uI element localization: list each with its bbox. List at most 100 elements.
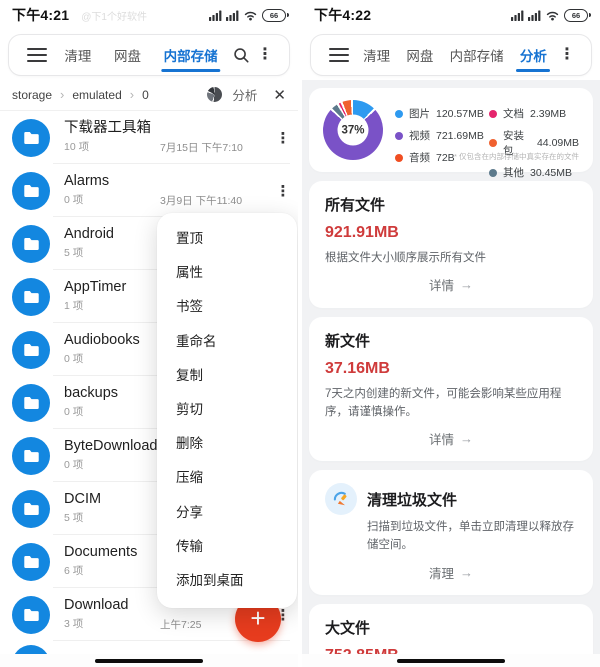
legend-value: 72B: [436, 152, 455, 164]
storage-chart-card: 37% 图片120.57MB视频721.69MB音频72B 文档2.39MB安装…: [309, 88, 593, 172]
card-所有文件[interactable]: 所有文件921.91MB根据文件大小顺序展示所有文件详情→: [309, 181, 593, 308]
tab-分析[interactable]: 分析: [520, 35, 547, 75]
file-count: 5 项: [64, 510, 101, 525]
file-name: Android: [64, 227, 114, 243]
file-name: 下载器工具箱: [64, 121, 151, 137]
home-indicator[interactable]: [397, 659, 505, 663]
battery-level: 66: [270, 11, 278, 20]
menu-item-书签[interactable]: 书签: [157, 290, 297, 324]
file-row[interactable]: Alarms0 项3月9日 下午11:40⋮: [0, 164, 298, 217]
menu-item-置顶[interactable]: 置顶: [157, 222, 297, 256]
card-action-清理[interactable]: 清理 →: [325, 557, 577, 587]
left-header-tab-bar: 清理网盘内部存储 ⋮: [8, 34, 290, 76]
menu-hamburger-icon[interactable]: [329, 48, 349, 62]
legend-label: 图片: [409, 106, 430, 121]
file-name: ByteDownload: [64, 439, 158, 455]
menu-item-剪切[interactable]: 剪切: [157, 393, 297, 427]
file-name: Download: [64, 598, 129, 614]
search-icon[interactable]: [229, 43, 253, 67]
close-icon[interactable]: ✕: [273, 86, 286, 104]
tab-内部存储[interactable]: 内部存储: [164, 35, 218, 75]
wifi-icon: [545, 10, 560, 21]
file-date: 7月15日 下午7:10: [160, 140, 243, 155]
right-phone-screen: 下午4:22 66 清理网盘内部存储分析 ⋮ 37% 图片120.57MB视频7…: [302, 0, 600, 667]
cellular-signal-icon: [511, 10, 524, 21]
legend-value: 2.39MB: [530, 108, 566, 120]
watermark-text: @下1个好软件: [81, 8, 147, 23]
file-name: Documents: [64, 545, 137, 561]
tab-清理[interactable]: 清理: [363, 35, 390, 75]
menu-item-复制[interactable]: 复制: [157, 359, 297, 393]
overflow-menu-icon[interactable]: ⋮: [253, 43, 277, 67]
card-title: 所有文件: [325, 194, 385, 215]
card-description: 根据文件大小顺序展示所有文件: [325, 250, 577, 268]
folder-icon: [12, 437, 50, 475]
file-date: 3月9日 下午11:40: [160, 193, 242, 208]
card-size-value: 37.16MB: [325, 360, 577, 378]
file-row[interactable]: 下载器工具箱10 项7月15日 下午7:10⋮: [0, 111, 298, 164]
menu-item-重命名[interactable]: 重命名: [157, 325, 297, 359]
action-label: 清理: [429, 563, 454, 582]
menu-item-压缩[interactable]: 压缩: [157, 461, 297, 495]
legend-dot: [489, 139, 497, 147]
row-more-icon[interactable]: ⋮: [274, 129, 292, 147]
folder-icon: [12, 172, 50, 210]
breadcrumb-0[interactable]: 0: [142, 88, 149, 102]
file-name: Alarms: [64, 174, 109, 190]
arrow-right-icon: →: [460, 431, 473, 446]
home-indicator[interactable]: [95, 659, 203, 663]
donut-percent-label: 37%: [341, 124, 364, 136]
action-label: 详情: [429, 275, 454, 294]
battery-icon: 66: [262, 9, 286, 22]
card-description: 扫描到垃圾文件，单击立即清理以释放存储空间。: [367, 519, 577, 555]
tab-内部存储[interactable]: 内部存储: [450, 35, 504, 75]
overflow-menu-icon[interactable]: ⋮: [555, 43, 579, 67]
card-action-详情[interactable]: 详情→: [325, 423, 577, 453]
card-清理垃圾文件[interactable]: 清理垃圾文件扫描到垃圾文件，单击立即清理以释放存储空间。清理 →: [309, 470, 593, 595]
plus-icon: +: [250, 605, 265, 631]
tab-清理[interactable]: 清理: [64, 35, 91, 75]
file-name: AppTimer: [64, 280, 126, 296]
folder-icon: [12, 596, 50, 634]
context-menu: 置顶属性书签重命名复制剪切删除压缩分享传输添加到桌面: [157, 213, 297, 608]
folder-icon: [12, 225, 50, 263]
breadcrumb-emulated[interactable]: emulated: [72, 88, 121, 102]
breadcrumb-storage[interactable]: storage: [12, 88, 52, 102]
tab-网盘[interactable]: 网盘: [114, 35, 141, 75]
tab-网盘[interactable]: 网盘: [406, 35, 433, 75]
analyze-button[interactable]: 分析: [232, 85, 257, 104]
row-more-icon[interactable]: ⋮: [274, 182, 292, 200]
clock: 下午4:21: [12, 5, 69, 25]
card-title: 大文件: [325, 617, 370, 638]
wifi-icon: [243, 10, 258, 21]
arrow-right-icon: →: [460, 565, 473, 580]
legend-dot: [489, 169, 497, 177]
menu-hamburger-icon[interactable]: [27, 48, 47, 62]
card-action-详情[interactable]: 详情→: [325, 270, 577, 300]
legend-value: 44.09MB: [537, 137, 579, 149]
menu-item-属性[interactable]: 属性: [157, 256, 297, 290]
file-count: 6 项: [64, 563, 137, 578]
card-新文件[interactable]: 新文件37.16MB7天之内创建的新文件，可能会影响某些应用程序，请谨慎操作。详…: [309, 317, 593, 462]
file-count: 1 项: [64, 298, 126, 313]
left-phone-screen: 下午4:21 @下1个好软件 66 清理网盘内部存储 ⋮ storage › e…: [0, 0, 298, 667]
status-icons: 66: [511, 9, 588, 22]
menu-item-传输[interactable]: 传输: [157, 530, 297, 564]
donut-chart: 37%: [323, 100, 383, 160]
card-title: 清理垃圾文件: [367, 489, 457, 510]
legend-value: 721.69MB: [436, 130, 484, 142]
menu-item-添加到桌面[interactable]: 添加到桌面: [157, 564, 297, 598]
legend-item: 视频721.69MB: [395, 128, 485, 143]
folder-icon: [12, 490, 50, 528]
legend-dot: [395, 154, 403, 162]
folder-icon: [12, 331, 50, 369]
analyze-pie-icon[interactable]: [207, 87, 222, 102]
left-home-strip: [0, 654, 298, 667]
card-description: 7天之内创建的新文件，可能会影响某些应用程序，请谨慎操作。: [325, 386, 577, 422]
menu-item-删除[interactable]: 删除: [157, 427, 297, 461]
donut-center: 37%: [338, 115, 369, 146]
right-home-strip: [302, 654, 600, 667]
menu-item-分享[interactable]: 分享: [157, 496, 297, 530]
chart-legend: 图片120.57MB视频721.69MB音频72B 文档2.39MB安装包44.…: [395, 100, 579, 160]
chevron-right-icon: ›: [130, 87, 134, 102]
